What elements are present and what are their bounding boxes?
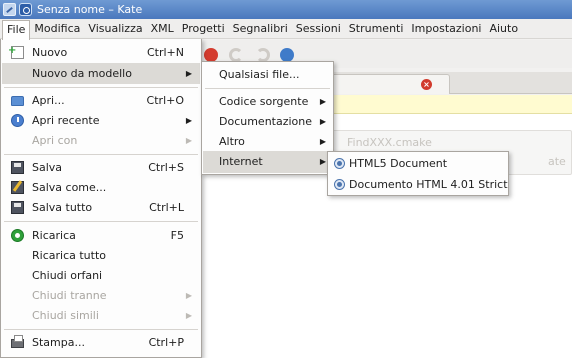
menu-item-stampa[interactable]: Stampa... Ctrl+P (2, 332, 200, 353)
submenu-item-internet[interactable]: Internet ▶ (203, 151, 332, 173)
menu-item-chiudi-simili: Chiudi simili ▶ (2, 305, 200, 326)
menu-item-label: Apri con (32, 134, 78, 147)
menu-item-salva[interactable]: Salva Ctrl+S (2, 157, 200, 178)
submenu-arrow-icon: ▶ (185, 136, 192, 145)
title-bar: Senza nome – Kate (0, 0, 572, 19)
menu-sessioni[interactable]: Sessioni (292, 20, 345, 38)
shortcut-label: Ctrl+S (148, 161, 184, 174)
menu-item-salva-tutto[interactable]: Salva tutto Ctrl+L (2, 197, 200, 218)
menu-item-label: Salva tutto (32, 201, 93, 214)
submenu-arrow-icon: ▶ (319, 157, 326, 166)
save-all-icon (11, 201, 24, 214)
menu-item-label: Apri... (32, 94, 65, 107)
print-icon (11, 335, 24, 348)
menu-item-chiudi-orfani[interactable]: Chiudi orfani (2, 265, 200, 286)
menu-item-label: Apri recente (32, 114, 100, 127)
shortcut-label: Ctrl+O (146, 94, 184, 107)
open-folder-icon (11, 96, 24, 106)
menu-item-label: Internet (219, 155, 263, 168)
menu-item-label: Documento HTML 4.01 Strict (349, 178, 508, 191)
menu-item-ricarica-tutto[interactable]: Ricarica tutto (2, 245, 200, 266)
file-menu: Nuovo Ctrl+N Nuovo da modello ▶ Apri... … (0, 39, 202, 358)
shortcut-label: Ctrl+L (149, 201, 184, 214)
submenu-arrow-icon: ▶ (319, 97, 326, 106)
menu-item-label: Salva (32, 161, 63, 174)
menu-segnalibri[interactable]: Segnalibri (229, 20, 292, 38)
background-text: FindXXX.cmake (347, 136, 432, 149)
stop-icon[interactable] (204, 48, 218, 62)
submenu-arrow-icon: ▶ (319, 137, 326, 146)
menu-item-label: Chiudi tranne (32, 289, 107, 302)
kate-app-icon (19, 3, 32, 16)
menu-separator (205, 88, 330, 89)
submenu-item-altro[interactable]: Altro ▶ (203, 131, 332, 153)
menu-item-label: Qualsiasi file... (219, 68, 300, 81)
menu-item-label: Salva come... (32, 181, 107, 194)
html-document-icon (334, 179, 345, 190)
redo-icon[interactable] (256, 48, 270, 62)
window-title: Senza nome – Kate (37, 3, 143, 16)
back-icon[interactable] (280, 48, 294, 62)
html-document-icon (334, 158, 345, 169)
menu-item-apri[interactable]: Apri... Ctrl+O (2, 90, 200, 111)
menu-item-label: Nuovo da modello (32, 67, 132, 80)
new-document-icon (8, 40, 24, 61)
menu-item-nuovo-da-modello[interactable]: Nuovo da modello ▶ (2, 63, 200, 84)
submenu-arrow-icon: ▶ (185, 311, 192, 320)
menu-separator (4, 87, 198, 88)
window-menu-icon[interactable] (3, 3, 16, 16)
menu-item-label: Documentazione (219, 115, 313, 128)
menu-item-nuovo[interactable]: Nuovo Ctrl+N (2, 40, 200, 63)
menu-separator (4, 329, 198, 330)
internet-submenu: HTML5 Document Documento HTML 4.01 Stric… (327, 151, 509, 196)
recent-icon (11, 114, 24, 127)
menu-item-label: Chiudi simili (32, 309, 99, 322)
submenu-arrow-icon: ▶ (185, 291, 192, 300)
menu-item-label: Ricarica tutto (32, 249, 106, 262)
shortcut-label: Ctrl+P (148, 336, 184, 349)
menu-item-chiudi-tranne: Chiudi tranne ▶ (2, 285, 200, 306)
save-icon (11, 161, 24, 174)
menu-xml[interactable]: XML (147, 20, 178, 38)
shortcut-label: F5 (170, 229, 184, 242)
template-submenu: Qualsiasi file... Codice sorgente ▶ Docu… (201, 61, 334, 175)
menu-item-label: Codice sorgente (219, 95, 309, 108)
undo-icon[interactable] (229, 48, 243, 62)
menu-impostazioni[interactable]: Impostazioni (407, 20, 485, 38)
submenu-item-codice-sorgente[interactable]: Codice sorgente ▶ (203, 91, 332, 113)
menu-item-apri-recente[interactable]: Apri recente ▶ (2, 110, 200, 131)
reload-icon (11, 229, 24, 242)
submenu-item-qualsiasi-file[interactable]: Qualsiasi file... (203, 64, 332, 86)
menu-modifica[interactable]: Modifica (30, 20, 84, 38)
menu-aiuto[interactable]: Aiuto (485, 20, 522, 38)
menu-item-salva-come[interactable]: Salva come... (2, 177, 200, 198)
menu-visualizza[interactable]: Visualizza (84, 20, 146, 38)
submenu-item-html5-document[interactable]: HTML5 Document (329, 153, 507, 174)
menu-item-label: Stampa... (32, 336, 85, 349)
save-as-icon (11, 181, 24, 194)
menu-item-label: HTML5 Document (349, 157, 448, 170)
submenu-arrow-icon: ▶ (185, 69, 192, 78)
menu-item-label: Ricarica (32, 229, 76, 242)
submenu-arrow-icon: ▶ (319, 117, 326, 126)
menu-item-label: Nuovo (32, 46, 68, 59)
menu-separator (4, 154, 198, 155)
submenu-item-documentazione[interactable]: Documentazione ▶ (203, 111, 332, 133)
menu-item-apri-con: Apri con ▶ (2, 130, 200, 151)
background-text-2: ate (548, 155, 566, 168)
menu-strumenti[interactable]: Strumenti (345, 20, 408, 38)
submenu-item-html-401-strict[interactable]: Documento HTML 4.01 Strict (329, 174, 508, 195)
menu-item-label: Chiudi orfani (32, 269, 103, 282)
menu-item-ricarica[interactable]: Ricarica F5 (2, 225, 200, 246)
menu-item-label: Altro (219, 135, 245, 148)
menu-bar: File Modifica Visualizza XML Progetti Se… (0, 19, 572, 40)
menu-separator (4, 221, 198, 222)
shortcut-label: Ctrl+N (146, 46, 184, 59)
close-tab-icon[interactable]: × (421, 79, 432, 90)
submenu-arrow-icon: ▶ (185, 116, 192, 125)
menu-progetti[interactable]: Progetti (178, 20, 229, 38)
menu-file[interactable]: File (2, 19, 31, 40)
